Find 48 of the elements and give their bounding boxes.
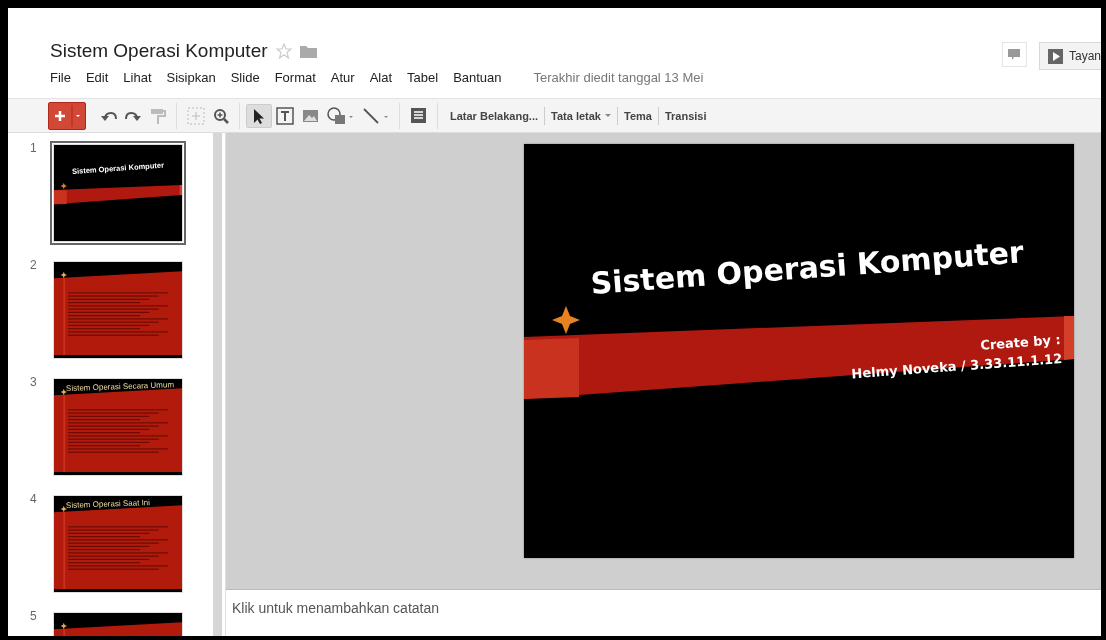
- menu-item[interactable]: Slide: [230, 70, 260, 85]
- scrollbar[interactable]: [213, 133, 222, 636]
- menu-item[interactable]: Tabel: [407, 70, 439, 85]
- zoom-icon: [213, 107, 229, 124]
- slide-canvas[interactable]: Sistem Operasi Komputer Create by : Helmy Noveka / 3.33.11.1.12: [524, 144, 1074, 558]
- text-box-icon: [276, 106, 294, 125]
- slide-thumbnail[interactable]: Sistem Operasi Secara Umum: [50, 375, 186, 479]
- paint-format-icon: [150, 107, 166, 124]
- menu-item[interactable]: Alat: [369, 70, 393, 85]
- redo-icon: [125, 109, 142, 122]
- slide-number: 3: [30, 375, 38, 391]
- comment-icon: [1008, 49, 1021, 60]
- select-icon: [251, 107, 267, 124]
- select-button[interactable]: [246, 103, 272, 128]
- menu-item[interactable]: Edit: [85, 70, 109, 85]
- slide-number: 1: [30, 141, 38, 157]
- toolbar-button[interactable]: Tema: [618, 109, 658, 122]
- toolbar-button[interactable]: Tata letak: [545, 109, 617, 122]
- menu-item[interactable]: Format: [274, 70, 316, 85]
- slide-number: 4: [30, 492, 38, 508]
- shape-icon: [327, 106, 354, 125]
- undo-icon: [100, 109, 117, 122]
- present-button[interactable]: Tayan: [1038, 42, 1101, 70]
- slide-number: 2: [30, 258, 38, 274]
- menu-item[interactable]: Atur: [330, 70, 355, 85]
- thumbnail-title: Sistem Operasi Saat Ini: [65, 498, 151, 510]
- menu-item[interactable]: File: [50, 70, 71, 85]
- author-text[interactable]: Helmy Noveka / 3.33.11.1.12: [850, 350, 1063, 382]
- thumbnail-title: Sistem Operasi Secara Umum: [65, 380, 175, 393]
- menu-item[interactable]: Lihat: [123, 70, 152, 85]
- toolbar-button[interactable]: Latar Belakang...: [444, 109, 545, 122]
- slide-subtitle[interactable]: Create by :: [979, 332, 1062, 353]
- document-title[interactable]: Sistem Operasi Komputer: [50, 40, 268, 62]
- slide-thumbnail[interactable]: Sistem Operasi Saat Ini: [50, 492, 186, 596]
- line-icon: [362, 106, 389, 125]
- notes-placeholder[interactable]: Klik untuk menambahkan catatan: [232, 600, 439, 616]
- menu-item[interactable]: Sisipkan: [166, 70, 216, 85]
- comments-button[interactable]: [1001, 42, 1027, 67]
- slide-title[interactable]: Sistem Operasi Komputer: [589, 234, 1025, 301]
- play-icon: [1047, 48, 1063, 64]
- new-slide-button[interactable]: [48, 101, 86, 130]
- speaker-notes-icon: [410, 107, 427, 124]
- toolbar-button[interactable]: Transisi: [658, 109, 713, 122]
- image-icon: [302, 107, 319, 124]
- last-edit-text[interactable]: Terakhir diedit tanggal 13 Mei: [533, 70, 704, 85]
- slide-number: 5: [30, 609, 38, 625]
- star-icon[interactable]: [275, 43, 292, 59]
- menu-item[interactable]: Bantuan: [453, 70, 502, 85]
